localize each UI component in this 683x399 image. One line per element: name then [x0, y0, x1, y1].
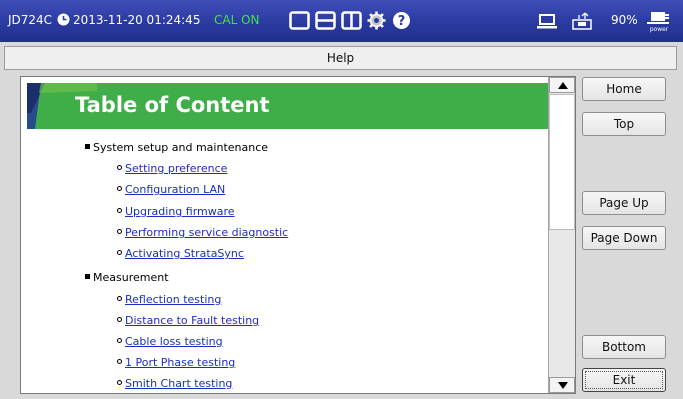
- bullet-circle-icon: [117, 229, 122, 234]
- link-activating-stratasync[interactable]: Activating StrataSync: [125, 247, 244, 260]
- svg-text:?: ?: [398, 14, 406, 29]
- toc-heading: Table of Content: [75, 93, 270, 117]
- link-service-diagnostic[interactable]: Performing service diagnostic: [125, 226, 288, 239]
- link-setting-preference[interactable]: Setting preference: [125, 162, 227, 175]
- list-item[interactable]: Smith Chart testing: [117, 377, 232, 390]
- list-item[interactable]: Activating StrataSync: [117, 247, 244, 260]
- screen-capture-icon[interactable]: [536, 11, 558, 30]
- link-upgrading-firmware[interactable]: Upgrading firmware: [125, 205, 235, 218]
- link-dtf-testing[interactable]: Distance to Fault testing: [125, 314, 259, 327]
- link-1-port-phase-testing[interactable]: 1 Port Phase testing: [125, 356, 235, 369]
- bullet-square-icon: [85, 144, 90, 149]
- list-item[interactable]: Setting preference: [117, 162, 227, 175]
- link-smith-chart-testing[interactable]: Smith Chart testing: [125, 377, 232, 390]
- status-bar: JD724C 2013-11-20 01:24:45 CAL ON ? 90% …: [0, 0, 683, 42]
- bullet-circle-icon: [117, 208, 122, 213]
- scroll-down-button[interactable]: [549, 377, 575, 393]
- bullet-square-icon: [85, 274, 90, 279]
- usb-storage-icon[interactable]: [570, 11, 594, 30]
- link-configuration-lan[interactable]: Configuration LAN: [125, 183, 225, 196]
- list-item[interactable]: Reflection testing: [117, 293, 221, 306]
- page-up-button[interactable]: Page Up: [582, 191, 666, 215]
- bullet-circle-icon: [117, 250, 122, 255]
- page-title: Help: [4, 46, 677, 70]
- list-item[interactable]: Configuration LAN: [117, 183, 225, 196]
- toc-banner: Table of Content: [27, 83, 551, 129]
- bottom-button[interactable]: Bottom: [582, 335, 666, 359]
- bullet-circle-icon: [117, 359, 122, 364]
- bullet-circle-icon: [117, 296, 122, 301]
- page-down-button[interactable]: Page Down: [582, 226, 666, 250]
- list-item[interactable]: Cable loss testing: [117, 335, 223, 348]
- list-item[interactable]: Distance to Fault testing: [117, 314, 259, 327]
- datetime: 2013-11-20 01:24:45: [73, 13, 201, 27]
- battery-percent: 90%: [611, 13, 638, 27]
- section-heading: Measurement: [85, 271, 169, 284]
- link-reflection-testing[interactable]: Reflection testing: [125, 293, 221, 306]
- settings-gear-icon[interactable]: [366, 11, 387, 30]
- help-content-panel: Table of Content System setup and mainte…: [20, 76, 576, 394]
- device-model: JD724C: [8, 13, 53, 27]
- link-cable-loss-testing[interactable]: Cable loss testing: [125, 335, 223, 348]
- scroll-up-button[interactable]: [549, 77, 575, 93]
- exit-button-label: Exit: [585, 371, 663, 389]
- cal-status: CAL ON: [214, 13, 260, 27]
- arrow-down-icon: [558, 382, 568, 389]
- bullet-circle-icon: [117, 317, 122, 322]
- home-button[interactable]: Home: [582, 77, 666, 101]
- power-label: power: [650, 26, 669, 33]
- list-item[interactable]: 1 Port Phase testing: [117, 356, 235, 369]
- single-panel-icon[interactable]: [289, 11, 310, 30]
- bullet-circle-icon: [117, 338, 122, 343]
- dual-horizontal-icon[interactable]: [315, 11, 336, 30]
- bullet-circle-icon: [117, 380, 122, 385]
- bullet-circle-icon: [117, 165, 122, 170]
- bullet-circle-icon: [117, 186, 122, 191]
- section-heading: System setup and maintenance: [85, 141, 268, 154]
- power-plug-icon: power: [647, 12, 669, 33]
- exit-button[interactable]: Exit: [582, 368, 666, 392]
- top-button[interactable]: Top: [582, 112, 666, 136]
- dual-vertical-icon[interactable]: [341, 11, 362, 30]
- arrow-up-icon: [558, 82, 568, 89]
- list-item[interactable]: Performing service diagnostic: [117, 226, 288, 239]
- list-item[interactable]: Upgrading firmware: [117, 205, 235, 218]
- clock-icon: [57, 13, 70, 26]
- help-icon[interactable]: ?: [391, 11, 412, 30]
- scrollbar-thumb[interactable]: [549, 94, 575, 230]
